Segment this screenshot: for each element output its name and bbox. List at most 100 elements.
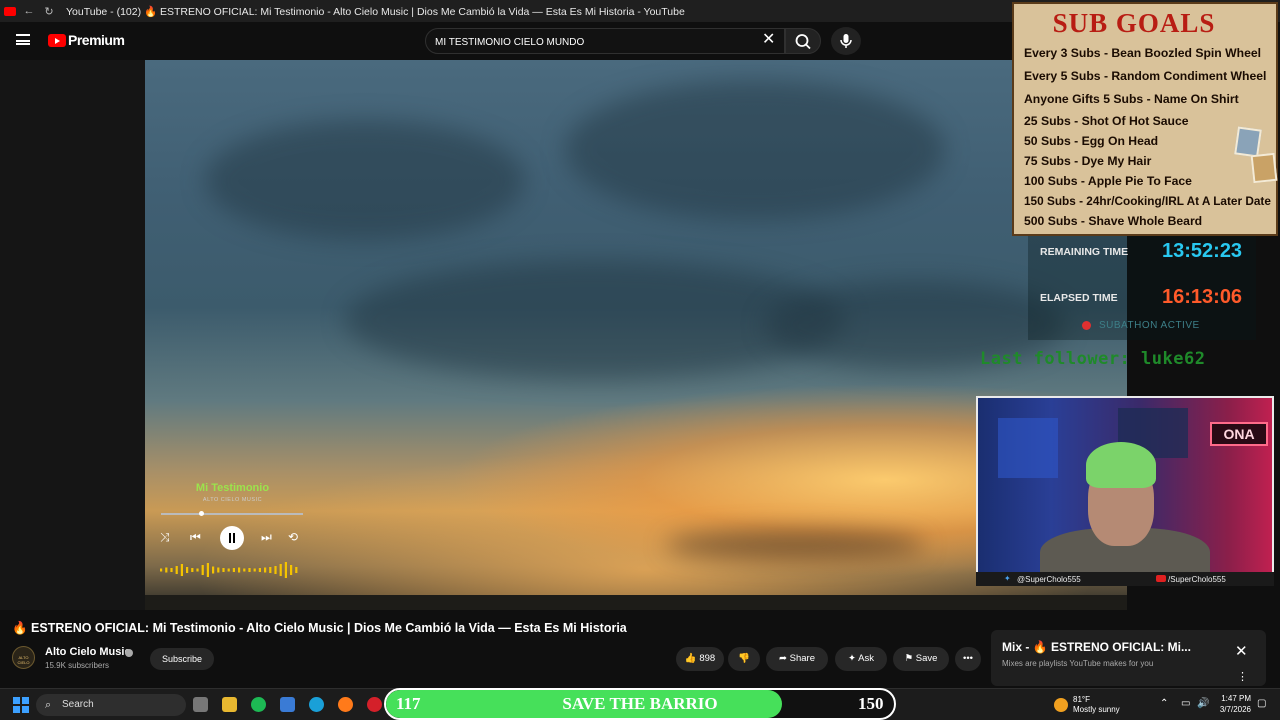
file-explorer-icon[interactable] xyxy=(222,697,237,712)
weather-icon[interactable] xyxy=(1054,698,1068,712)
task-view-icon[interactable] xyxy=(193,697,208,712)
shuffle-icon[interactable]: ⤨ xyxy=(160,530,170,545)
clock-time[interactable]: 1:47 PM xyxy=(1221,694,1251,703)
song-title: Mi Testimonio xyxy=(195,482,270,494)
left-panel xyxy=(0,60,145,610)
visualizer-bar xyxy=(222,568,225,572)
remaining-time-value: 13:52:23 xyxy=(1162,240,1243,262)
previous-icon[interactable]: ⏮ xyxy=(190,530,201,545)
firefox-icon[interactable] xyxy=(338,697,353,712)
subathon-status: SUBATHON ACTIVE xyxy=(1099,320,1200,331)
search-button[interactable] xyxy=(785,28,821,54)
edge-icon[interactable] xyxy=(309,697,324,712)
youtube-small-icon xyxy=(1156,575,1166,582)
sub-goals-title: SUB GOALS xyxy=(1052,8,1216,38)
mix-playlist-panel[interactable]: Mix - 🔥 ESTRENO OFICIAL: Mi... Mixes are… xyxy=(991,630,1266,686)
social-handles-bar: ✦ @SuperCholo555 /SuperCholo555 xyxy=(976,572,1274,586)
visualizer-bar xyxy=(238,567,241,573)
subscriber-count: 15.9K subscribers xyxy=(45,661,110,670)
spotify-icon[interactable] xyxy=(251,697,266,712)
notification-icon[interactable]: ▢ xyxy=(1257,698,1266,709)
visualizer-bar xyxy=(212,566,215,574)
visualizer-bar xyxy=(175,566,178,574)
webcam-feed: ONA xyxy=(976,396,1274,574)
clock-date[interactable]: 3/7/2026 xyxy=(1217,705,1251,714)
microphone-icon xyxy=(840,34,852,48)
like-count: 898 xyxy=(699,653,716,664)
more-horizontal-icon: ••• xyxy=(963,653,973,664)
logo-text[interactable]: Premium xyxy=(68,32,125,48)
repeat-icon[interactable]: ⟲ xyxy=(288,530,298,544)
weather-desc: Mostly sunny xyxy=(1073,705,1120,714)
streamer-beanie xyxy=(1086,442,1156,488)
photo-decoration-icon xyxy=(1250,152,1278,184)
pause-button[interactable] xyxy=(220,526,244,550)
status-dot-icon xyxy=(1082,321,1091,330)
visualizer-bar xyxy=(279,564,282,576)
ask-button[interactable]: ✦ Ask xyxy=(835,647,887,671)
song-progress-track[interactable] xyxy=(161,513,303,515)
visualizer-bar xyxy=(243,568,246,572)
youtube-handle: /SuperCholo555 xyxy=(1168,575,1226,584)
neon-sign: ONA xyxy=(1210,422,1268,446)
back-icon[interactable]: ← xyxy=(22,5,36,17)
network-icon[interactable]: ▭ xyxy=(1181,698,1190,709)
dislike-button[interactable]: 👎 xyxy=(728,647,760,671)
save-label: Save xyxy=(915,653,938,664)
song-progress-knob[interactable] xyxy=(198,511,204,516)
channel-avatar-text: ALTO CIELO xyxy=(17,655,30,665)
menu-icon[interactable] xyxy=(16,34,30,45)
volume-icon[interactable]: 🔊 xyxy=(1197,698,1209,709)
sub-goal-item: Every 3 Subs - Bean Boozled Spin Wheel xyxy=(1024,46,1262,60)
share-label: Share xyxy=(789,653,815,664)
visualizer-bar xyxy=(284,562,287,578)
sub-goal-item: Every 5 Subs - Random Condiment Wheel xyxy=(1024,69,1267,83)
visualizer-bar xyxy=(180,564,183,576)
windows-start-icon[interactable] xyxy=(13,697,29,713)
store-icon[interactable] xyxy=(280,697,295,712)
close-icon[interactable]: ✕ xyxy=(1235,642,1248,660)
visualizer-bar xyxy=(232,568,235,572)
visualizer-bar xyxy=(258,568,261,572)
last-follower: Last follower: luke62 xyxy=(980,349,1206,369)
thumbs-down-icon: 👎 xyxy=(738,653,750,664)
next-icon[interactable]: ⏭ xyxy=(261,530,272,545)
like-button[interactable]: 👍 898 xyxy=(676,647,724,671)
sub-goal-item: 150 Subs - 24hr/Cooking/IRL At A Later D… xyxy=(1024,194,1271,208)
visualizer-bar xyxy=(227,568,230,572)
subscribe-button[interactable]: Subscribe xyxy=(150,648,214,670)
visualizer-bar xyxy=(186,567,189,573)
youtube-logo-icon[interactable] xyxy=(48,34,66,47)
visualizer-bar xyxy=(170,568,173,572)
thumbs-up-icon: 👍 xyxy=(684,653,697,664)
channel-avatar[interactable]: ALTO CIELO xyxy=(12,646,35,669)
voice-search-button[interactable] xyxy=(831,27,861,55)
save-button[interactable]: ⚑ Save xyxy=(893,647,949,671)
tab-title[interactable]: YouTube - (102) 🔥 ESTRENO OFICIAL: Mi Te… xyxy=(66,5,685,18)
bookmark-icon: ⚑ xyxy=(904,653,914,664)
verified-icon xyxy=(125,649,133,657)
search-input[interactable]: MI TESTIMONIO CIELO MUNDO xyxy=(425,28,785,54)
visualizer-bar xyxy=(274,566,277,574)
clear-search-icon[interactable]: ✕ xyxy=(762,31,775,49)
elapsed-time-value: 16:13:06 xyxy=(1162,286,1243,308)
audio-visualizer xyxy=(160,562,298,578)
more-actions-button[interactable]: ••• xyxy=(955,647,981,671)
reload-icon[interactable]: ↻ xyxy=(42,5,56,18)
channel-name[interactable]: Alto Cielo Music xyxy=(45,646,131,658)
visualizer-bar xyxy=(196,568,199,572)
share-icon: ➦ xyxy=(779,653,787,664)
poster-decoration xyxy=(998,418,1058,478)
more-vertical-icon[interactable]: ⋮ xyxy=(1237,670,1248,683)
sub-goal-item: 75 Subs - Dye My Hair xyxy=(1024,154,1152,168)
taskbar-search[interactable]: ⌕ Search xyxy=(36,694,186,716)
goal-progress-bar: 117 SAVE THE BARRIO 150 xyxy=(384,688,896,720)
youtube-favicon-icon xyxy=(4,6,16,16)
song-artist: ALTO CIELO MUSIC xyxy=(202,497,263,503)
twitter-icon: ✦ xyxy=(1004,574,1011,583)
chevron-up-icon[interactable]: ⌃ xyxy=(1160,698,1168,709)
share-button[interactable]: ➦ Share xyxy=(766,647,828,671)
visualizer-bar xyxy=(165,567,168,573)
opera-icon[interactable] xyxy=(367,697,382,712)
photo-decoration-icon xyxy=(1234,126,1262,158)
